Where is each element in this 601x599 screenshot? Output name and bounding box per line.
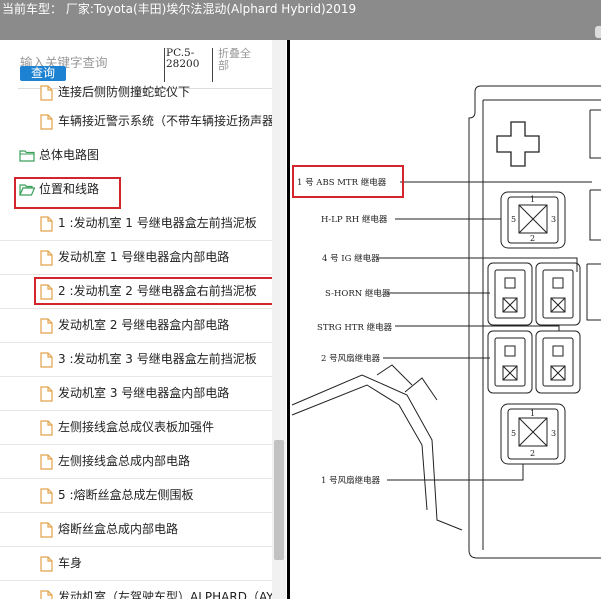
- sidebar: 输入关键字查询 查询 PC.5- 28200 折叠全 部 连接后侧防侧撞蛇蛇仪下…: [0, 40, 286, 599]
- collapse-all-line2: 部: [218, 59, 229, 72]
- document-icon: [40, 386, 53, 402]
- tree-item-label: 发动机室 1 号继电器盒内部电路: [58, 250, 230, 264]
- highlight-box-location-wiring: [14, 177, 121, 209]
- tree-item[interactable]: 熔断丝盒总成内部电路: [0, 513, 272, 547]
- tree-item[interactable]: 1 :发动机室 1 号继电器盒左前挡泥板: [0, 207, 272, 241]
- tree-item-label: 总体电路图: [39, 148, 100, 162]
- tree-item-label: 熔断丝盒总成内部电路: [58, 522, 179, 536]
- tree-item[interactable]: 发动机室（左驾驶车型）ALPHARD（AYH30）: [0, 581, 285, 599]
- tree-item-label: 发动机室 3 号继电器盒内部电路: [58, 386, 230, 400]
- document-icon: [40, 556, 53, 572]
- tree-item-label: 左侧接线盒总成内部电路: [58, 454, 191, 468]
- tree-item-label: 5 :熔断丝盒总成左侧围板: [58, 488, 194, 502]
- pin-number: 1: [530, 409, 535, 418]
- tree-item[interactable]: 发动机室 1 号继电器盒内部电路: [0, 241, 272, 275]
- title-bar: 当前车型： 厂家:Toyota(丰田)埃尔法混动(Alphard Hybrid)…: [0, 0, 601, 40]
- tree-item[interactable]: 车辆接近警示系统（不带车辆接近扬声器）: [0, 105, 285, 139]
- relay-label: S-HORN 继电器: [325, 288, 391, 299]
- pin-number: 2: [530, 449, 535, 458]
- pc-code: PC.5- 28200: [166, 48, 199, 70]
- relay-label: 4 号 IG 继电器: [322, 253, 380, 264]
- current-vehicle-title: 当前车型： 厂家:Toyota(丰田)埃尔法混动(Alphard Hybrid)…: [2, 2, 357, 16]
- document-icon: [40, 488, 53, 504]
- document-icon: [40, 454, 53, 470]
- tree-item-label: 连接后侧防侧撞蛇蛇仪下: [58, 85, 191, 99]
- tree-item-label: 左侧接线盒总成仪表板加强件: [58, 420, 215, 434]
- tree-item[interactable]: 车身: [0, 547, 272, 581]
- relay-label: STRG HTR 继电器: [317, 322, 393, 333]
- collapse-all-button[interactable]: 折叠全 部: [218, 48, 266, 72]
- folder-icon: [19, 150, 35, 162]
- highlight-box-abs-relay: [292, 165, 404, 198]
- pin-number: 5: [511, 215, 516, 224]
- relay-label: H-LP RH 继电器: [321, 214, 388, 225]
- tree-item[interactable]: 发动机室 2 号继电器盒内部电路: [0, 309, 272, 343]
- tree-item-label: 1 :发动机室 1 号继电器盒左前挡泥板: [58, 216, 257, 230]
- tree-item[interactable]: 3 :发动机室 3 号继电器盒左前挡泥板: [0, 343, 272, 377]
- document-icon: [40, 250, 53, 266]
- document-icon: [40, 590, 53, 599]
- document-icon: [40, 352, 53, 368]
- tree-item-label: 发动机室 2 号继电器盒内部电路: [58, 318, 230, 332]
- relay-label: 2 号风扇继电器: [321, 353, 381, 364]
- pin-number: 3: [551, 215, 556, 224]
- window-edge-control[interactable]: [595, 26, 601, 38]
- diagram-viewer: 1 5 3 2 1 5 3 2 1 号 ABS MTR 继电器 H-LP RH …: [287, 40, 601, 599]
- tree-item-label: 3 :发动机室 3 号继电器盒左前挡泥板: [58, 352, 257, 366]
- sidebar-scrollbar[interactable]: [272, 40, 286, 599]
- tree-item[interactable]: 5 :熔断丝盒总成左侧围板: [0, 479, 272, 513]
- document-icon: [40, 318, 53, 334]
- pin-number: 1: [530, 195, 535, 204]
- tree-item[interactable]: 左侧接线盒总成仪表板加强件: [0, 411, 272, 445]
- tree-item[interactable]: 总体电路图: [0, 139, 272, 173]
- relay-box-diagram: 1 5 3 2 1 5 3 2 1 号 ABS MTR 继电器 H-LP RH …: [291, 85, 601, 559]
- tree-item[interactable]: 发动机室 3 号继电器盒内部电路: [0, 377, 272, 411]
- document-icon: [40, 216, 53, 232]
- tree-item-label: 车身: [58, 556, 83, 570]
- tree-item[interactable]: 左侧接线盒总成内部电路: [0, 445, 272, 479]
- relay-label: 1 号风扇继电器: [321, 475, 381, 486]
- viewer-border: [287, 40, 290, 599]
- document-icon: [40, 522, 53, 538]
- pc-code-line2: 28200: [166, 58, 200, 70]
- document-icon: [40, 420, 53, 436]
- document-icon: [40, 85, 53, 101]
- pin-number: 2: [530, 234, 535, 243]
- pin-number: 5: [511, 429, 516, 438]
- tree-item-label: 车辆接近警示系统（不带车辆接近扬声器）: [58, 114, 286, 128]
- highlight-box-relay-box-2: [34, 277, 276, 305]
- document-icon: [40, 114, 53, 130]
- scrollbar-thumb[interactable]: [274, 440, 284, 560]
- pin-number: 3: [551, 429, 556, 438]
- tree-item-label: 发动机室（左驾驶车型）ALPHARD（AYH30）: [58, 590, 286, 599]
